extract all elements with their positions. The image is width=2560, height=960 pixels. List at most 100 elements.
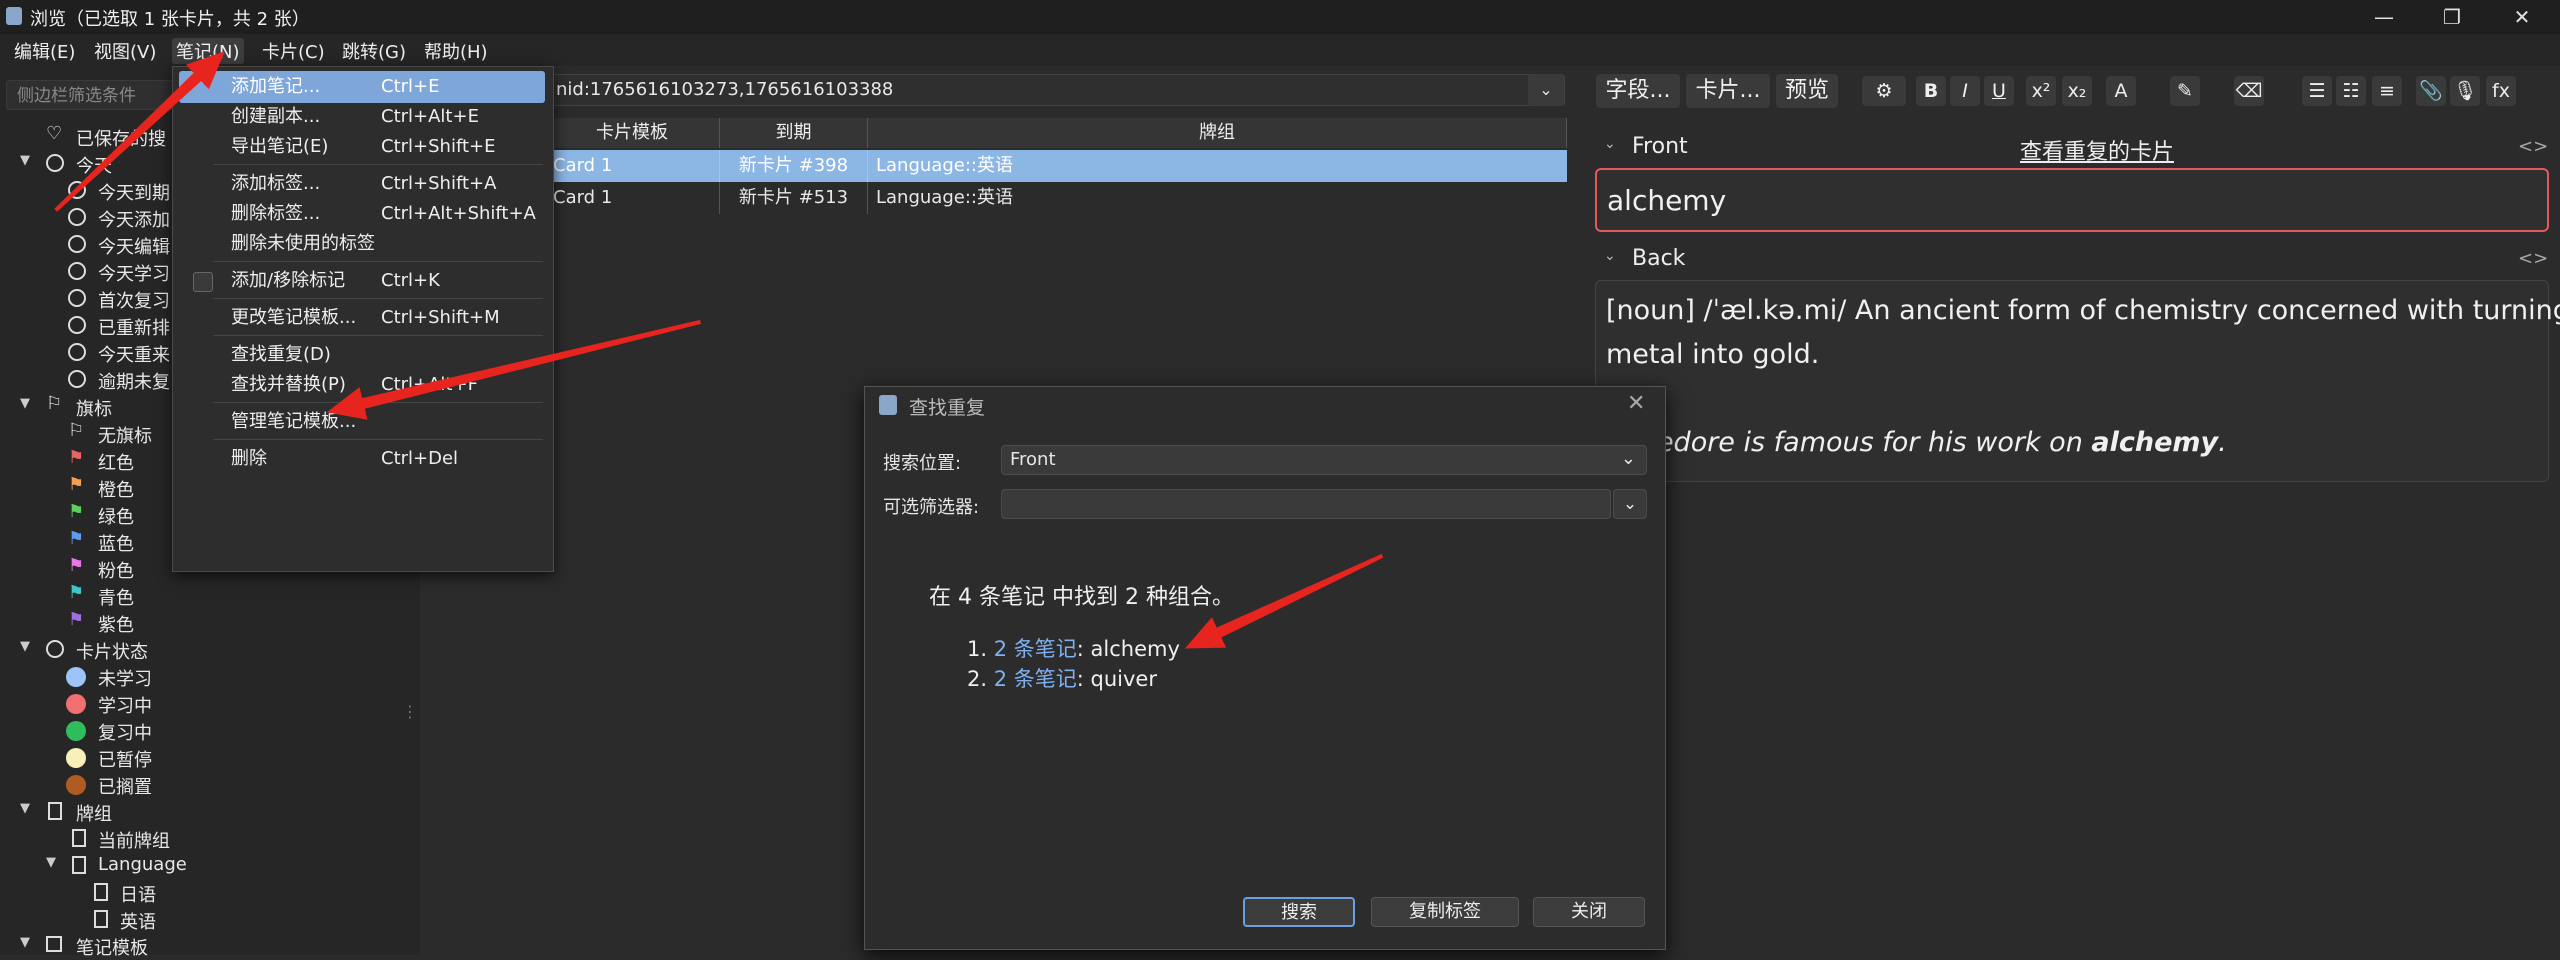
search-history-dropdown[interactable]: ⌄ xyxy=(1528,74,1564,106)
close-icon[interactable]: ✕ xyxy=(1627,391,1645,416)
cell-template: Card 1 xyxy=(545,182,720,214)
menu-item[interactable]: 删除未使用的标签 xyxy=(179,228,545,260)
search-button[interactable]: 搜索 xyxy=(1243,897,1355,927)
menu-item[interactable]: 管理笔记模板... xyxy=(179,406,545,438)
status-dot-icon xyxy=(66,721,86,741)
menu-view[interactable]: 视图(V) xyxy=(94,38,156,64)
back-field-label: Back xyxy=(1632,246,1686,271)
attachment-icon[interactable]: 📎 xyxy=(2416,76,2446,106)
menu-help[interactable]: 帮助(H) xyxy=(424,38,488,64)
chevron-down-icon[interactable]: ⌄ xyxy=(1604,136,1616,152)
menu-item[interactable]: 更改笔记模板... Ctrl+Shift+M xyxy=(179,302,545,334)
cell-due: 新卡片 #398 xyxy=(720,150,868,182)
status-dot-icon xyxy=(66,694,86,714)
menu-item[interactable]: 删除标签... Ctrl+Alt+Shift+A xyxy=(179,198,545,230)
search-in-select[interactable]: Front ⌄ xyxy=(1001,445,1647,475)
deck-icon xyxy=(72,829,86,847)
menu-item[interactable]: 创建副本... Ctrl+Alt+E xyxy=(179,101,545,133)
microphone-icon[interactable]: 🎙 xyxy=(2450,76,2480,106)
show-duplicates-link[interactable]: 查看重复的卡片 xyxy=(2020,134,2174,166)
numbered-list-icon[interactable]: ☷ xyxy=(2336,76,2366,106)
menu-item[interactable]: 查找重复(D) xyxy=(179,339,545,371)
preview-button[interactable]: 预览 xyxy=(1776,74,1838,108)
column-header-due[interactable]: 到期 xyxy=(720,118,868,148)
menu-separator xyxy=(213,439,543,440)
status-dot-icon xyxy=(66,748,86,768)
fields-button[interactable]: 字段... xyxy=(1596,74,1680,108)
notes-link[interactable]: 2 条笔记 xyxy=(994,667,1077,691)
flag-icon: ⚑ xyxy=(68,555,85,576)
find-duplicates-dialog: 查找重复 ✕ 搜索位置: Front ⌄ 可选筛选器: ⌄ 在 4 条笔记 中找… xyxy=(864,386,1666,950)
app-icon xyxy=(6,7,22,25)
close-icon[interactable]: ✕ xyxy=(2490,0,2554,34)
menu-separator xyxy=(213,164,543,165)
dialog-title: 查找重复 xyxy=(909,397,986,419)
notes-link[interactable]: 2 条笔记 xyxy=(994,637,1077,661)
formula-icon[interactable]: fx xyxy=(2486,76,2516,106)
status-dot-icon xyxy=(66,775,86,795)
table-row[interactable]: Card 1 新卡片 #398 Language::英语 xyxy=(545,150,1567,182)
menu-item[interactable]: 添加笔记... Ctrl+E xyxy=(179,71,545,103)
back-field[interactable]: [noun] /ˈæl.kə.mi/ An ancient form of ch… xyxy=(1595,280,2560,482)
app-icon xyxy=(879,395,897,415)
clock-icon xyxy=(68,208,86,226)
superscript-icon[interactable]: x² xyxy=(2026,76,2056,106)
clock-icon xyxy=(68,235,86,253)
search-input[interactable]: nid:1765616103273,1765616103388 xyxy=(545,74,1565,106)
menu-cards[interactable]: 卡片(C) xyxy=(262,38,325,64)
minimize-icon[interactable]: — xyxy=(2352,0,2416,34)
splitter-handle[interactable]: ⋮ xyxy=(402,702,418,721)
menu-bar: 编辑(E) 视图(V) 笔记(N) 卡片(C) 跳转(G) 帮助(H) xyxy=(0,34,2560,66)
table-row[interactable]: Card 1 新卡片 #513 Language::英语 xyxy=(545,182,1567,214)
flag-icon: ⚑ xyxy=(68,609,85,630)
chevron-down-icon[interactable]: ▼ xyxy=(20,153,30,168)
bullet-list-icon[interactable]: ☰ xyxy=(2302,76,2332,106)
flag-icon: ⚑ xyxy=(68,582,85,603)
clock-icon xyxy=(68,289,86,307)
filter-input[interactable] xyxy=(1001,489,1611,519)
filter-dropdown-button[interactable]: ⌄ xyxy=(1613,489,1647,519)
back-line-1: [noun] /ˈæl.kə.mi/ An ancient form of ch… xyxy=(1606,295,2560,326)
menu-separator xyxy=(213,298,543,299)
close-button[interactable]: 关闭 xyxy=(1533,897,1645,927)
clock-icon xyxy=(68,370,86,388)
cards-button[interactable]: 卡片... xyxy=(1686,74,1770,108)
menu-edit[interactable]: 编辑(E) xyxy=(14,38,75,64)
chevron-down-icon[interactable]: ▼ xyxy=(46,855,56,870)
menu-item[interactable]: 删除 Ctrl+Del xyxy=(179,443,545,475)
menu-notes[interactable]: 笔记(N) xyxy=(172,38,244,64)
highlight-icon[interactable]: ✎ xyxy=(2170,76,2200,106)
bold-icon[interactable]: B xyxy=(1916,76,1946,106)
subscript-icon[interactable]: x₂ xyxy=(2062,76,2092,106)
chevron-down-icon[interactable]: ▼ xyxy=(20,396,30,411)
front-field[interactable]: alchemy xyxy=(1595,168,2549,232)
menu-item[interactable]: 查找并替换(P) Ctrl+Alt+F xyxy=(179,369,545,401)
chevron-down-icon[interactable]: ▼ xyxy=(20,935,30,950)
html-editor-icon[interactable]: <> xyxy=(2518,136,2548,157)
gear-icon[interactable]: ⚙ xyxy=(1862,76,1906,106)
flag-icon: ⚑ xyxy=(68,474,85,495)
restore-icon[interactable]: ❐ xyxy=(2420,0,2484,34)
align-icon[interactable]: ≡ xyxy=(2372,76,2402,106)
menu-item[interactable]: 添加/移除标记 Ctrl+K xyxy=(179,265,545,297)
result-summary: 在 4 条笔记 中找到 2 种组合。 xyxy=(929,585,1234,610)
chevron-down-icon[interactable]: ▼ xyxy=(20,801,30,816)
chevron-down-icon[interactable]: ▼ xyxy=(20,639,30,654)
text-color-icon[interactable]: A xyxy=(2106,76,2136,106)
checkbox[interactable] xyxy=(193,272,213,292)
menu-go[interactable]: 跳转(G) xyxy=(342,38,406,64)
copy-tags-button[interactable]: 复制标签 xyxy=(1371,897,1519,927)
eraser-icon[interactable]: ⌫ xyxy=(2234,76,2264,106)
html-editor-icon[interactable]: <> xyxy=(2518,248,2548,269)
underline-icon[interactable]: U xyxy=(1984,76,2014,106)
cell-due: 新卡片 #513 xyxy=(720,182,868,214)
column-header-template[interactable]: 卡片模板 xyxy=(545,118,720,148)
search-query: nid:1765616103273,1765616103388 xyxy=(556,79,894,100)
italic-icon[interactable]: I xyxy=(1950,76,1980,106)
front-field-value: alchemy xyxy=(1607,184,1727,217)
column-header-deck[interactable]: 牌组 xyxy=(868,118,1567,148)
menu-item[interactable]: 添加标签... Ctrl+Shift+A xyxy=(179,168,545,200)
chevron-down-icon[interactable]: ⌄ xyxy=(1604,248,1616,264)
filter-label: 可选筛选器: xyxy=(883,497,980,518)
menu-item[interactable]: 导出笔记(E) Ctrl+Shift+E xyxy=(179,131,545,163)
